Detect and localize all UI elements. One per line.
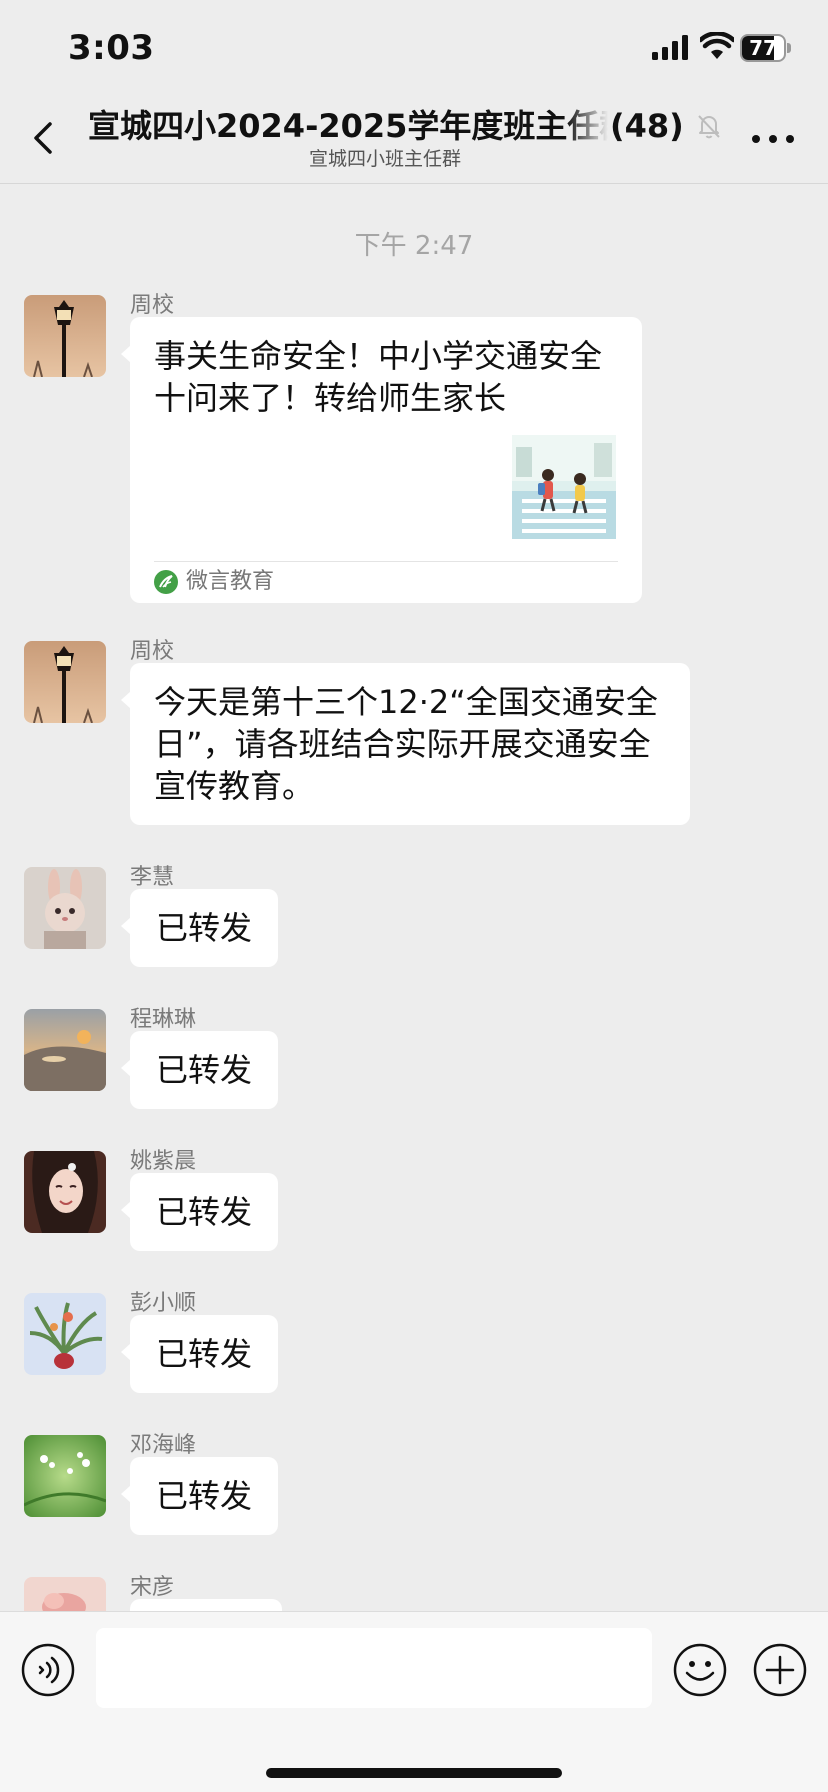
- status-bar: 3:03 77: [0, 0, 828, 96]
- more-icon[interactable]: [748, 124, 798, 154]
- text-bubble[interactable]: 已转发: [120, 1173, 279, 1251]
- link-card-title: 事关生命安全！中小学交通安全十问来了！转给师生家长: [154, 337, 603, 417]
- link-card-thumbnail: [512, 435, 616, 539]
- chat-title-area[interactable]: 宣城四小2024-2025学年度班主任群(48): [88, 104, 728, 148]
- battery-icon: 77: [740, 34, 792, 62]
- text-bubble[interactable]: 今天是第十三个12·2“全国交通安全日”，请各班结合实际开展交通安全宣传教育。: [121, 663, 690, 825]
- chat-screen: 3:03 77 宣城四小2024-2025学年度班主任群(48) 宣城四小班主任…: [0, 0, 828, 1792]
- avatar[interactable]: [24, 295, 106, 377]
- signal-icon: [652, 35, 688, 60]
- home-indicator: [266, 1768, 562, 1778]
- plus-icon[interactable]: [752, 1642, 808, 1698]
- text-bubble[interactable]: 已转发: [120, 1457, 279, 1535]
- avatar[interactable]: [24, 1009, 106, 1091]
- voice-icon[interactable]: [20, 1642, 76, 1698]
- sender-name: 邓海峰: [130, 1433, 197, 1458]
- avatar[interactable]: [24, 1435, 106, 1517]
- text-bubble[interactable]: 已转发: [120, 1031, 279, 1109]
- sender-name: 周校: [130, 639, 175, 664]
- avatar[interactable]: [24, 641, 106, 723]
- sender-name: 周校: [130, 293, 175, 318]
- avatar[interactable]: [24, 1577, 106, 1611]
- member-count: (48): [610, 107, 684, 145]
- link-card[interactable]: 事关生命安全！中小学交通安全十问来了！转给师生家长 微言教育: [121, 317, 642, 603]
- chat-title: 宣城四小2024-2025学年度班主任群: [88, 107, 608, 145]
- text-bubble[interactable]: 已转发: [120, 889, 279, 967]
- sender-name: 宋彦: [130, 1575, 175, 1600]
- sender-name: 程琳琳: [130, 1007, 197, 1032]
- message-input[interactable]: [96, 1628, 652, 1708]
- link-card-source: 微言教育: [186, 569, 275, 594]
- emoji-icon[interactable]: [672, 1642, 728, 1698]
- chat-message-list[interactable]: 下午 2:47 周校 事关生命安全！中小学交通安全十问来了！转给师生家长 微言教…: [0, 185, 828, 1611]
- link-card-divider: [154, 561, 618, 562]
- status-time: 3:03: [68, 28, 155, 68]
- battery-level: 77: [749, 36, 777, 60]
- avatar[interactable]: [24, 1293, 106, 1375]
- source-logo-icon: [154, 570, 178, 594]
- avatar[interactable]: [24, 1151, 106, 1233]
- wifi-icon: [700, 32, 734, 59]
- text-bubble[interactable]: [130, 1599, 282, 1611]
- time-divider: 下午 2:47: [354, 231, 474, 261]
- input-bar: [0, 1611, 828, 1792]
- nav-bar: 宣城四小2024-2025学年度班主任群(48) 宣城四小班主任群: [0, 96, 828, 184]
- sender-name: 彭小顺: [130, 1291, 197, 1316]
- sender-name: 姚紫晨: [130, 1149, 197, 1174]
- sender-name: 李慧: [130, 865, 175, 890]
- mute-bell-icon: [698, 115, 720, 139]
- chat-subtitle: 宣城四小班主任群: [308, 148, 461, 170]
- text-bubble[interactable]: 已转发: [120, 1315, 279, 1393]
- avatar[interactable]: [24, 867, 106, 949]
